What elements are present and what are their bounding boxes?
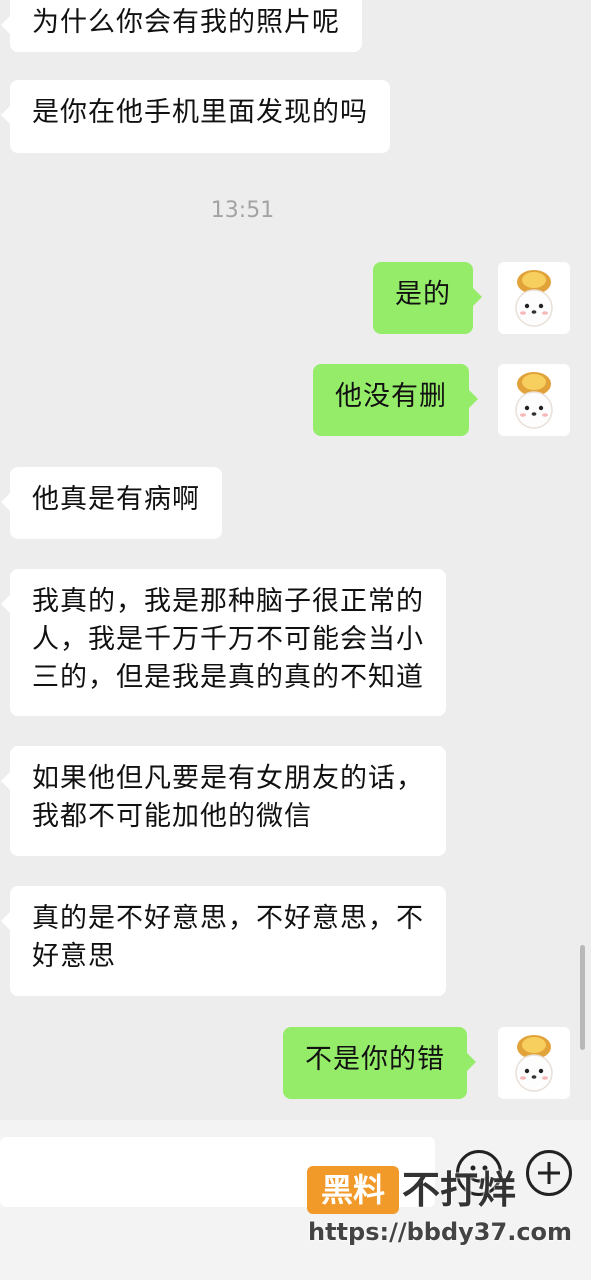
outgoing-message[interactable]: 他没有删: [313, 364, 478, 436]
user-avatar[interactable]: [498, 364, 570, 436]
bichon-dog-avatar-icon: [515, 1035, 553, 1092]
incoming-message[interactable]: 如果他但凡要是有女朋友的话， 我都不可能加他的微信: [1, 746, 446, 856]
outgoing-message[interactable]: 是的: [373, 262, 482, 334]
outgoing-message[interactable]: 不是你的错: [283, 1027, 476, 1099]
watermark-url: https://bbdy37.com: [308, 1218, 573, 1246]
add-button[interactable]: [526, 1150, 572, 1196]
incoming-message[interactable]: 是你在他手机里面发现的吗: [1, 80, 390, 153]
user-avatar[interactable]: [498, 262, 570, 334]
incoming-message[interactable]: 为什么你会有我的照片呢: [1, 0, 362, 52]
incoming-message[interactable]: 真的是不好意思，不好意思，不 好意思: [1, 886, 446, 996]
incoming-message[interactable]: 我真的，我是那种脑子很正常的 人，我是千万千万不可能会当小 三的，但是我是真的真…: [1, 569, 446, 716]
incoming-message[interactable]: 他真是有病啊: [1, 467, 222, 539]
bichon-dog-avatar-icon: [515, 270, 553, 327]
chat-scrollbar[interactable]: [580, 945, 585, 1050]
watermark-badge: 黑料: [307, 1166, 399, 1214]
bichon-dog-avatar-icon: [515, 372, 553, 429]
watermark-text: 不打烊: [402, 1168, 517, 1212]
user-avatar[interactable]: [498, 1027, 570, 1099]
plus-circle-icon: [538, 1162, 560, 1184]
message-timestamp: 13:51: [210, 198, 275, 223]
